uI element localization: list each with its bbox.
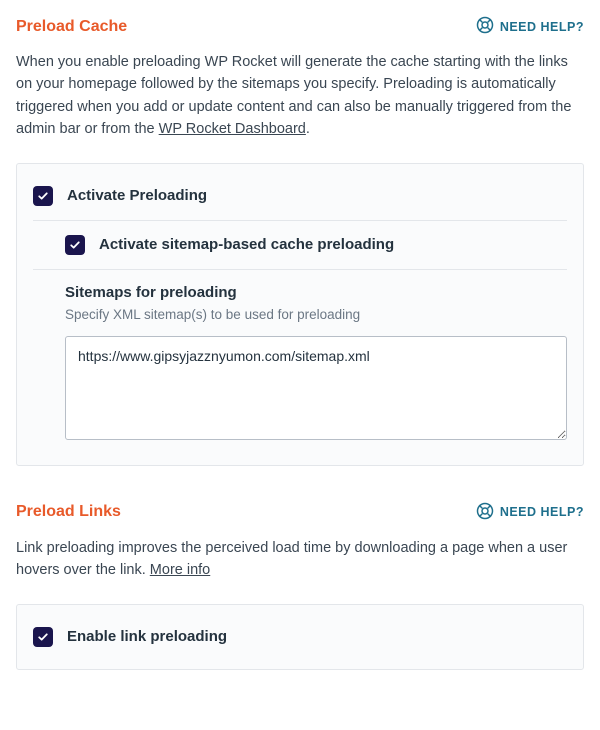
preload-cache-panel: Activate Preloading Activate sitemap-bas… bbox=[16, 163, 584, 466]
need-help-label: NEED HELP? bbox=[500, 505, 584, 519]
preload-links-description: Link preloading improves the perceived l… bbox=[16, 537, 584, 582]
life-ring-icon bbox=[476, 16, 494, 37]
sitemaps-title: Sitemaps for preloading bbox=[65, 284, 567, 301]
need-help-label: NEED HELP? bbox=[500, 20, 584, 34]
activate-preloading-label: Activate Preloading bbox=[67, 187, 207, 204]
preload-cache-section: Preload Cache NEED HELP? When you enable… bbox=[16, 16, 584, 466]
need-help-link[interactable]: NEED HELP? bbox=[476, 16, 584, 37]
enable-link-preloading-row: Enable link preloading bbox=[33, 613, 567, 661]
need-help-link[interactable]: NEED HELP? bbox=[476, 502, 584, 523]
activate-sitemap-preloading-row: Activate sitemap-based cache preloading bbox=[33, 220, 567, 269]
preload-links-title: Preload Links bbox=[16, 503, 121, 521]
wp-rocket-dashboard-link[interactable]: WP Rocket Dashboard bbox=[159, 121, 306, 137]
sitemaps-field-block: Sitemaps for preloading Specify XML site… bbox=[33, 269, 567, 443]
life-ring-icon bbox=[476, 502, 494, 523]
activate-sitemap-preloading-checkbox[interactable] bbox=[65, 235, 85, 255]
activate-preloading-row: Activate Preloading bbox=[33, 172, 567, 220]
more-info-link[interactable]: More info bbox=[150, 562, 210, 578]
sitemaps-hint: Specify XML sitemap(s) to be used for pr… bbox=[65, 307, 567, 322]
activate-sitemap-preloading-label: Activate sitemap-based cache preloading bbox=[99, 236, 394, 253]
preload-cache-description: When you enable preloading WP Rocket wil… bbox=[16, 51, 584, 141]
preload-links-section: Preload Links NEED HELP? Link preloading… bbox=[16, 502, 584, 670]
enable-link-preloading-checkbox[interactable] bbox=[33, 627, 53, 647]
section-header: Preload Links NEED HELP? bbox=[16, 502, 584, 523]
enable-link-preloading-label: Enable link preloading bbox=[67, 628, 227, 645]
preload-cache-title: Preload Cache bbox=[16, 18, 127, 36]
section-header: Preload Cache NEED HELP? bbox=[16, 16, 584, 37]
sitemaps-textarea[interactable] bbox=[65, 336, 567, 440]
preload-links-panel: Enable link preloading bbox=[16, 604, 584, 670]
activate-preloading-checkbox[interactable] bbox=[33, 186, 53, 206]
